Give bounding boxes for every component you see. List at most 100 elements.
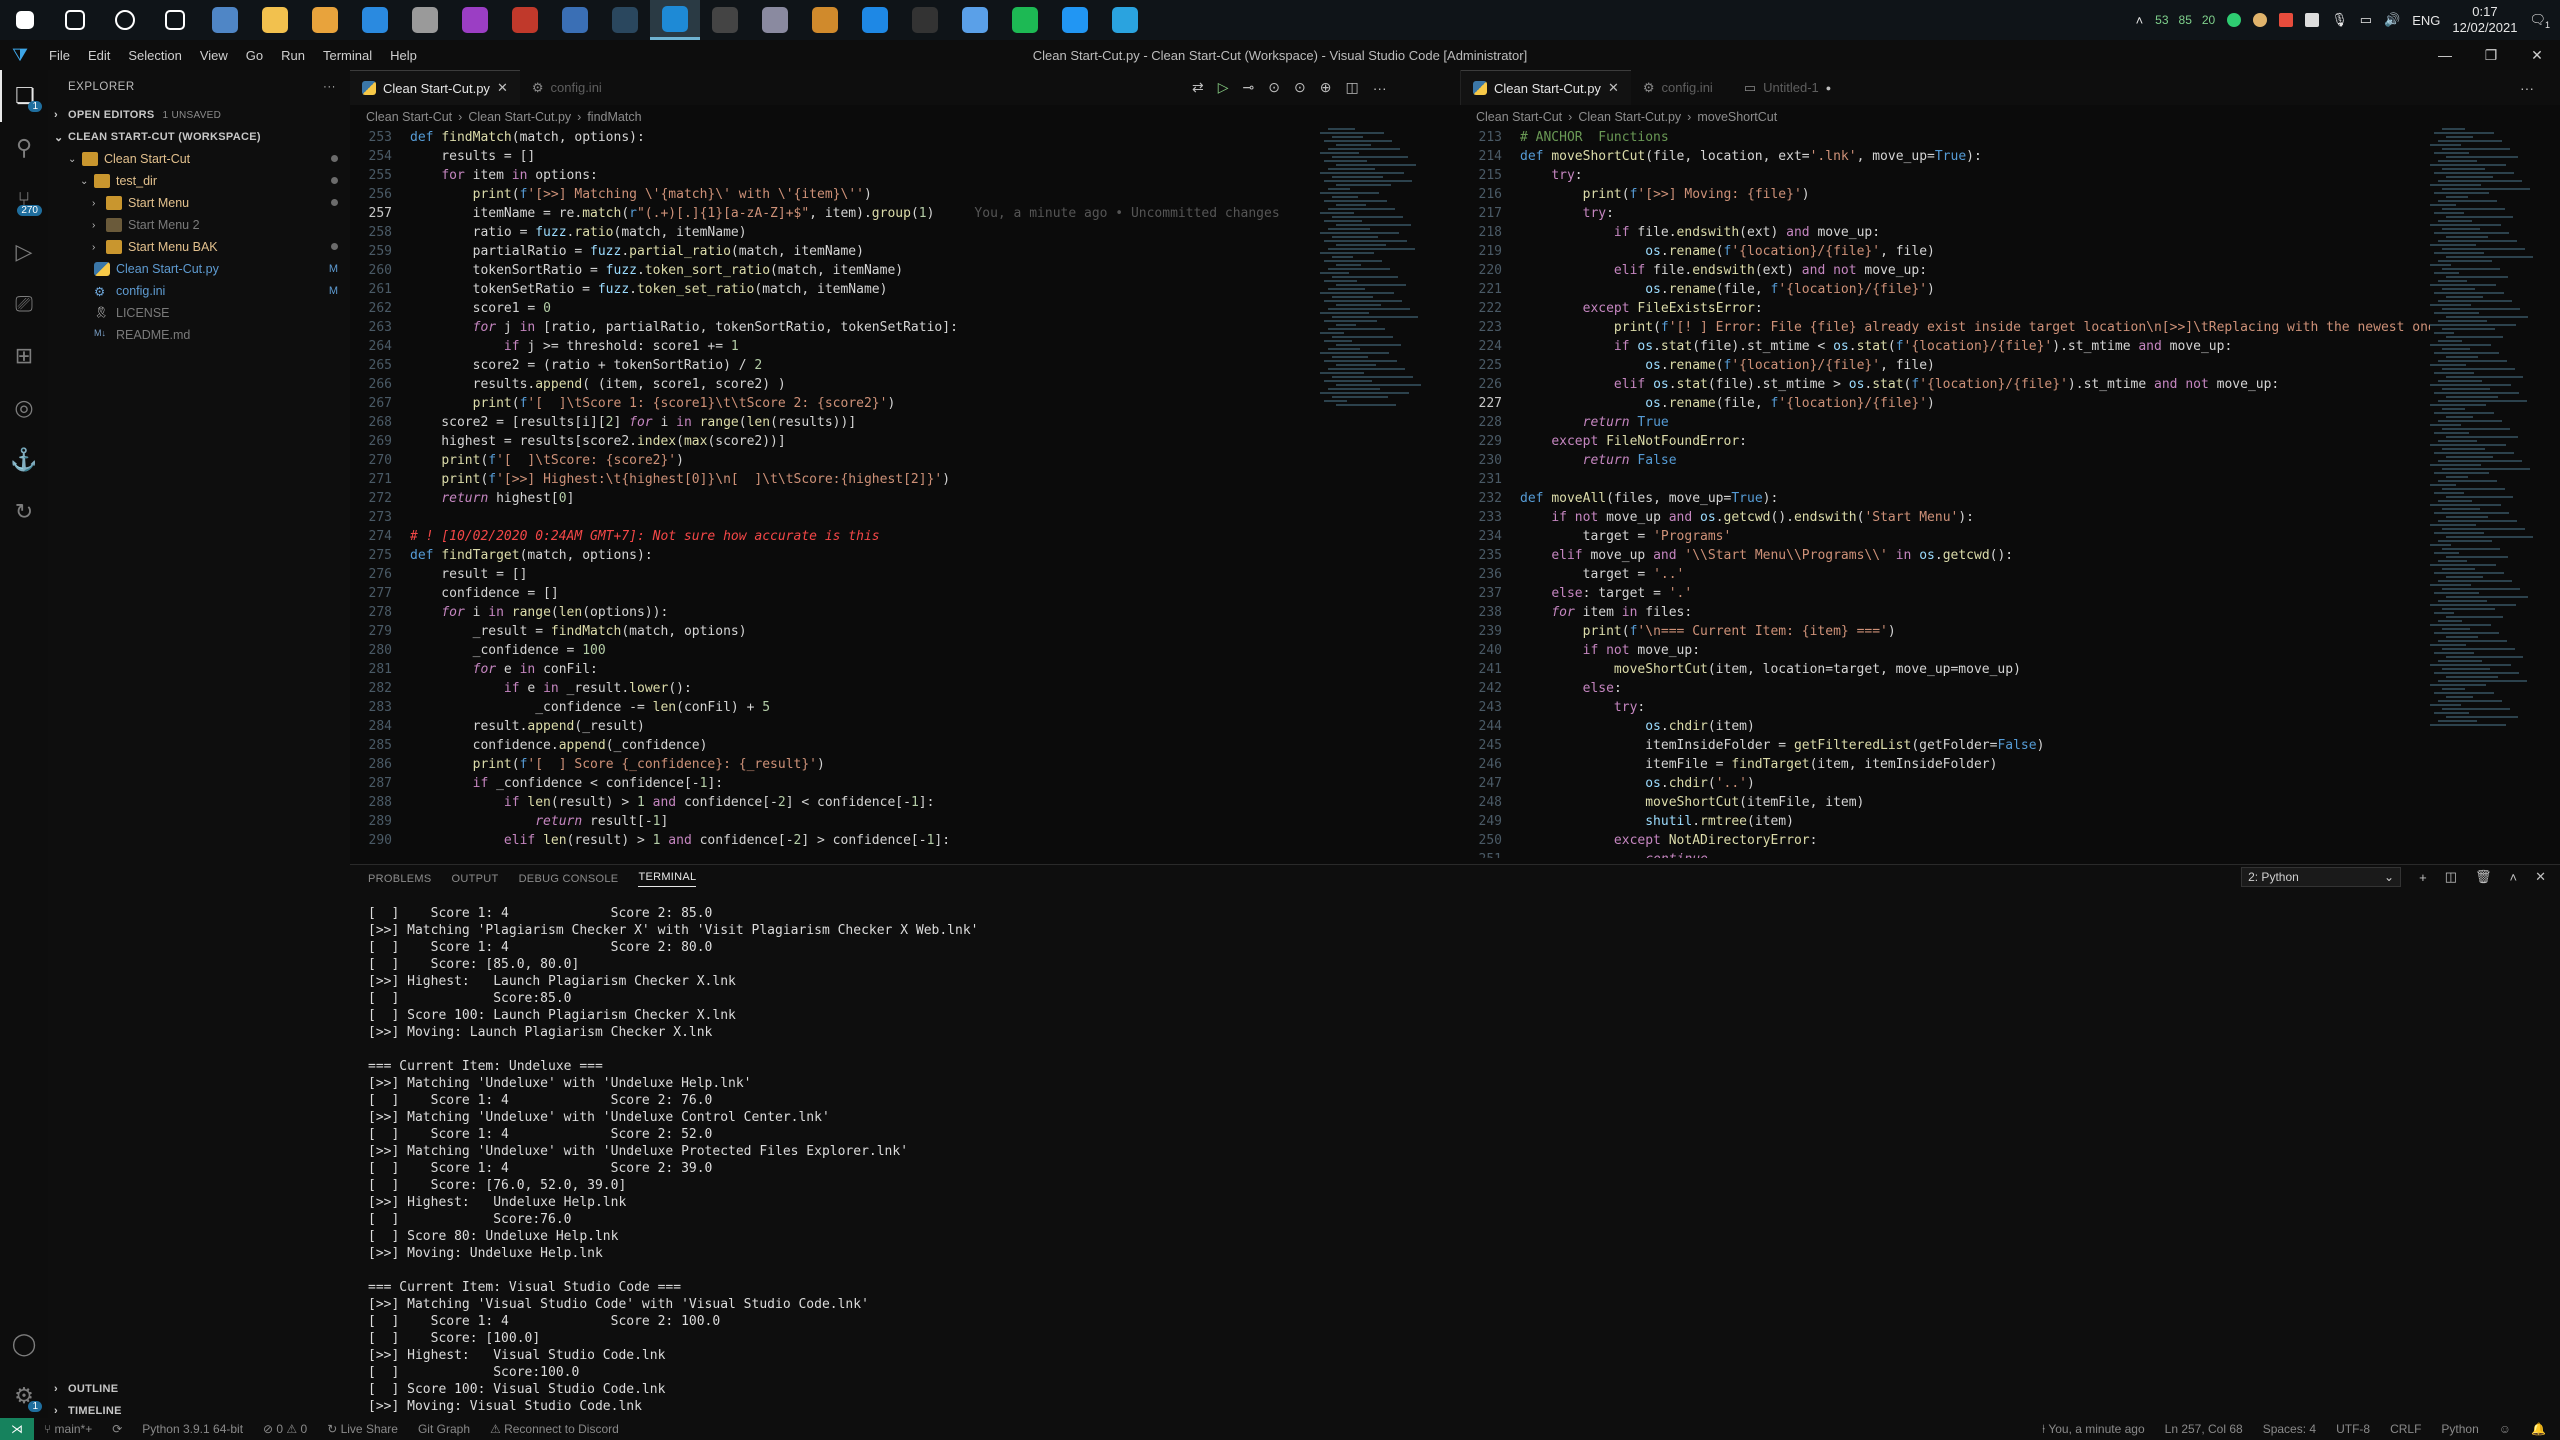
minimize-button[interactable]: — bbox=[2422, 47, 2468, 64]
menu-help[interactable]: Help bbox=[381, 48, 426, 63]
problems-indicator[interactable]: ⊘ 0 ⚠ 0 bbox=[263, 1422, 307, 1436]
menu-selection[interactable]: Selection bbox=[119, 48, 190, 63]
tree-item[interactable]: ⚙ config.ini M bbox=[48, 280, 350, 302]
taskbar-app-8-icon[interactable] bbox=[850, 0, 900, 40]
run-icon[interactable]: ▷ bbox=[1218, 79, 1229, 96]
editor-tab[interactable]: Clean Start-Cut.py ✕ bbox=[1461, 70, 1631, 105]
cursor-position[interactable]: Ln 257, Col 68 bbox=[2165, 1422, 2243, 1437]
new-terminal-icon[interactable]: + bbox=[2419, 870, 2427, 885]
panel-tab-debug-console[interactable]: DEBUG CONSOLE bbox=[519, 873, 619, 885]
menu-run[interactable]: Run bbox=[272, 48, 314, 63]
breadcrumb-item[interactable]: Clean Start-Cut bbox=[366, 110, 452, 124]
explorer-icon[interactable]: ❏ 1 bbox=[0, 70, 48, 122]
tree-item[interactable]: › Start Menu bbox=[48, 192, 350, 214]
previous-change-icon[interactable]: ⊙ bbox=[1268, 79, 1280, 96]
search-icon[interactable]: ⚲ bbox=[0, 122, 48, 174]
tree-item[interactable]: 🎗 LICENSE bbox=[48, 302, 350, 324]
taskbar-app-5-icon[interactable] bbox=[550, 0, 600, 40]
restore-button[interactable]: ❐ bbox=[2468, 47, 2514, 64]
right-minimap[interactable] bbox=[2430, 128, 2550, 858]
taskbar-app-red-icon[interactable] bbox=[500, 0, 550, 40]
git-commit-icon[interactable]: ⊸ bbox=[1243, 79, 1255, 96]
app-tray-icon[interactable] bbox=[2305, 13, 2320, 27]
menu-go[interactable]: Go bbox=[237, 48, 272, 63]
maximize-panel-icon[interactable]: ˄ bbox=[2510, 870, 2518, 885]
taskbar-app-4-icon[interactable] bbox=[450, 0, 500, 40]
terminal-select[interactable]: 2: Python ⌄ bbox=[2241, 867, 2402, 887]
end-of-line[interactable]: CRLF bbox=[2390, 1422, 2421, 1437]
breadcrumb-item[interactable]: Clean Start-Cut.py bbox=[1578, 110, 1681, 124]
taskbar-cmd-icon[interactable] bbox=[900, 0, 950, 40]
app-tray-icon[interactable] bbox=[2279, 13, 2294, 27]
language-indicator[interactable]: ENG bbox=[2412, 13, 2440, 28]
source-control-icon[interactable]: ⑂ 270 bbox=[0, 174, 48, 226]
taskbar-app-blue-icon[interactable] bbox=[350, 0, 400, 40]
indentation[interactable]: Spaces: 4 bbox=[2263, 1422, 2316, 1437]
tree-item[interactable]: M↓ README.md bbox=[48, 324, 350, 346]
volume-icon[interactable]: 🔊 bbox=[2384, 12, 2400, 28]
panel-tab-output[interactable]: OUTPUT bbox=[452, 873, 499, 885]
live-share-button[interactable]: ↻ Live Share bbox=[327, 1422, 398, 1436]
taskbar-terminal-icon[interactable] bbox=[700, 0, 750, 40]
notifications-bell-icon[interactable]: 🔔 bbox=[2531, 1422, 2546, 1437]
close-panel-icon[interactable]: ✕ bbox=[2535, 869, 2546, 885]
remote-indicator-icon[interactable]: ⋊ bbox=[0, 1418, 34, 1440]
editor-tab[interactable]: ⚙ config.ini bbox=[520, 70, 621, 105]
live-share-icon[interactable]: ↻ bbox=[0, 486, 48, 538]
taskbar-folder-2-icon[interactable] bbox=[300, 0, 350, 40]
unsaved-dot-icon[interactable]: ● bbox=[1826, 83, 1831, 93]
remote-explorer-icon[interactable]: ⎚ bbox=[0, 278, 48, 330]
clock[interactable]: 0:17 12/02/2021 bbox=[2452, 4, 2517, 36]
workspace-section[interactable]: ⌄ CLEAN START-CUT (WORKSPACE) bbox=[48, 126, 350, 148]
taskbar-steam-icon[interactable] bbox=[600, 0, 650, 40]
more-actions-icon[interactable]: ··· bbox=[1373, 80, 1387, 96]
tree-item[interactable]: ⌄ Clean Start-Cut bbox=[48, 148, 350, 170]
breadcrumb-item[interactable]: Clean Start-Cut bbox=[1476, 110, 1562, 124]
tree-item[interactable]: › Start Menu BAK bbox=[48, 236, 350, 258]
taskbar-search-icon[interactable] bbox=[50, 0, 100, 40]
python-interpreter[interactable]: Python 3.9.1 64-bit bbox=[142, 1422, 243, 1436]
tree-item[interactable]: Clean Start-Cut.py M bbox=[48, 258, 350, 280]
discord-button[interactable]: ⚠ Reconnect to Discord bbox=[490, 1422, 619, 1436]
taskbar-vscode-icon[interactable] bbox=[650, 0, 700, 40]
left-code-editor[interactable]: 253 def findMatch(match, options): 254 res… bbox=[360, 128, 1320, 858]
editor-tab[interactable]: ▭ Untitled-1 ● bbox=[1732, 70, 1843, 105]
network-icon[interactable]: ▭ bbox=[2360, 12, 2372, 28]
breadcrumb-item[interactable]: moveShortCut bbox=[1697, 110, 1777, 124]
close-tab-icon[interactable]: ✕ bbox=[497, 80, 508, 96]
taskbar-app-9-icon[interactable] bbox=[950, 0, 1000, 40]
git-graph-button[interactable]: Git Graph bbox=[418, 1422, 470, 1436]
taskbar-app-10-icon[interactable] bbox=[1050, 0, 1100, 40]
tree-item[interactable]: ⌄ test_dir bbox=[48, 170, 350, 192]
open-editors-section[interactable]: › OPEN EDITORS 1 UNSAVED bbox=[48, 104, 350, 126]
taskbar-app-1-icon[interactable] bbox=[200, 0, 250, 40]
extensions-icon[interactable]: ⊞ bbox=[0, 330, 48, 382]
editor-tab[interactable]: ⚙ config.ini bbox=[1631, 70, 1732, 105]
more-actions-icon[interactable]: ··· bbox=[323, 81, 336, 93]
close-window-button[interactable]: ✕ bbox=[2514, 47, 2560, 64]
taskbar-app-7-icon[interactable] bbox=[800, 0, 850, 40]
panel-tab-terminal[interactable]: TERMINAL bbox=[638, 871, 697, 887]
taskbar-cortana-icon[interactable] bbox=[100, 0, 150, 40]
close-tab-icon[interactable]: ✕ bbox=[1608, 80, 1619, 96]
breadcrumb-item[interactable]: findMatch bbox=[587, 110, 641, 124]
terminal-output[interactable]: [ ] Score 1: 4 Score 2: 85.0 [>>] Matchin… bbox=[368, 905, 2468, 1415]
tree-item[interactable]: › Start Menu 2 bbox=[48, 214, 350, 236]
taskbar-telegram-icon[interactable] bbox=[1100, 0, 1150, 40]
chevron-up-icon[interactable]: ˄ bbox=[2136, 13, 2144, 28]
next-change-icon[interactable]: ⊙ bbox=[1294, 79, 1306, 96]
run-debug-icon[interactable]: ▷ bbox=[0, 226, 48, 278]
panel-tab-problems[interactable]: PROBLEMS bbox=[368, 873, 432, 885]
compare-icon[interactable]: ⇄ bbox=[1192, 79, 1204, 96]
outline-section[interactable]: › OUTLINE bbox=[48, 1378, 350, 1400]
notification-icon[interactable]: 🗨 1 bbox=[2529, 12, 2550, 30]
taskbar-app-6-icon[interactable] bbox=[750, 0, 800, 40]
menu-terminal[interactable]: Terminal bbox=[314, 48, 381, 63]
taskbar-task-view-icon[interactable] bbox=[150, 0, 200, 40]
microphone-icon[interactable]: 🎙 bbox=[2331, 12, 2348, 28]
right-code-editor[interactable]: 213 # ANCHOR Functions 214 def moveShortCut… bbox=[1470, 128, 2430, 858]
menu-edit[interactable]: Edit bbox=[79, 48, 119, 63]
git-blame[interactable]: ⍿ You, a minute ago bbox=[2042, 1422, 2145, 1437]
check-icon[interactable] bbox=[2227, 13, 2242, 27]
split-editor-icon[interactable]: ◫ bbox=[1345, 79, 1358, 96]
